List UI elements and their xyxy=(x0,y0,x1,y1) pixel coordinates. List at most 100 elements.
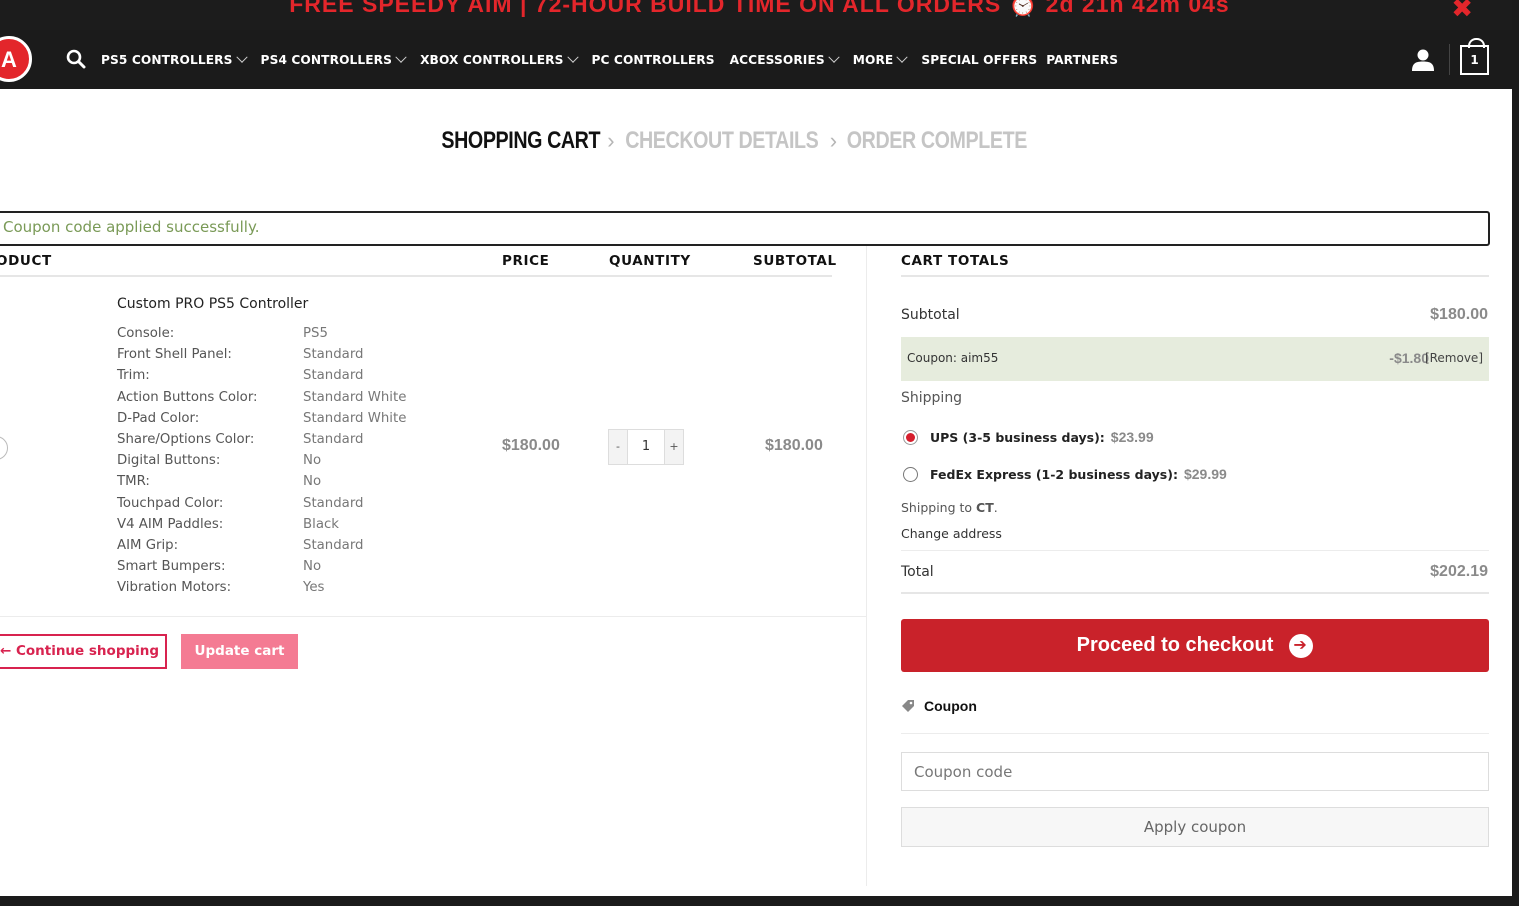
radio-selected[interactable] xyxy=(903,429,918,445)
header-product: ODUCT xyxy=(0,253,52,269)
user-icon[interactable] xyxy=(1411,49,1435,71)
nav-item-label: PS4 CONTROLLERS xyxy=(260,52,393,67)
logo[interactable]: A xyxy=(0,36,32,82)
remove-item-icon[interactable] xyxy=(0,436,8,460)
product-name[interactable]: Custom PRO PS5 Controller xyxy=(117,296,308,312)
step-checkout-details[interactable]: CHECKOUT DETAILS xyxy=(625,127,819,155)
variation-label: Smart Bumpers: xyxy=(117,559,226,575)
chevron-right-icon: › xyxy=(607,128,615,153)
coupon-heading: Coupon xyxy=(901,698,977,714)
applied-coupon-row: Coupon: aim55 -$1.80 [Remove] xyxy=(901,337,1489,381)
remove-coupon-link[interactable]: [Remove] xyxy=(1425,351,1483,365)
shipping-destination: Shipping to CT. xyxy=(901,500,998,515)
variation-label: Vibration Motors: xyxy=(117,580,232,596)
quantity-decrease-button[interactable]: - xyxy=(609,430,627,464)
header-subtotal: SUBTOTAL xyxy=(753,253,837,269)
nav-item-pc-controllers[interactable]: PC CONTROLLERS xyxy=(592,53,715,67)
variation-label: Action Buttons Color: xyxy=(117,389,258,405)
total-divider xyxy=(901,592,1489,594)
shipping-option-name: FedEx Express (1-2 business days): xyxy=(930,466,1178,482)
nav-item-xbox-controllers[interactable]: XBOX CONTROLLERS xyxy=(420,51,579,67)
tag-icon xyxy=(902,700,914,712)
shipping-label: Shipping xyxy=(901,390,963,406)
promo-bar: FREE SPEEDY AIM | 72-HOUR BUILD TIME ON … xyxy=(0,0,1519,30)
change-address-link[interactable]: Change address xyxy=(901,526,1002,541)
window-edge xyxy=(1512,0,1519,906)
variation-label: AIM Grip: xyxy=(117,537,179,553)
shipping-option-price: $29.99 xyxy=(1183,466,1227,482)
main-nav: A PS5 CONTROLLERS PS4 CONTROLLERS XBOX C… xyxy=(0,30,1512,89)
variation-value: Standard xyxy=(303,537,364,553)
search-icon[interactable] xyxy=(66,49,86,69)
chevron-down-icon xyxy=(566,51,579,63)
variation-label: Front Shell Panel: xyxy=(117,347,232,363)
item-subtotal: $180.00 xyxy=(765,437,823,454)
apply-coupon-button[interactable]: Apply coupon xyxy=(901,807,1489,847)
variation-row: D-Pad Color: Standard White xyxy=(117,411,406,432)
nav-item-special-offers[interactable]: SPECIAL OFFERS xyxy=(921,53,1037,67)
shipping-option-ups[interactable]: UPS (3-5 business days): $23.99 xyxy=(903,429,1154,445)
variation-row: Digital Buttons: No xyxy=(117,453,406,474)
chevron-right-icon: › xyxy=(829,128,837,153)
item-price: $180.00 xyxy=(502,437,560,454)
proceed-to-checkout-button[interactable]: Proceed to checkout xyxy=(901,619,1489,672)
variation-value: PS5 xyxy=(303,326,328,341)
quantity-increase-button[interactable]: + xyxy=(665,430,683,464)
quantity-input[interactable]: 1 xyxy=(627,430,665,464)
subtotal-value: $180.00 xyxy=(1430,306,1488,323)
total-label: Total xyxy=(901,564,934,580)
variation-label: Touchpad Color: xyxy=(117,495,224,511)
nav-item-ps5-controllers[interactable]: PS5 CONTROLLERS xyxy=(101,51,248,67)
variation-value: Standard xyxy=(303,495,364,511)
promo-text: FREE SPEEDY AIM | 72-HOUR BUILD TIME ON … xyxy=(289,0,1230,17)
continue-shopping-button[interactable]: ← Continue shopping xyxy=(0,634,167,669)
table-header-divider xyxy=(0,275,832,277)
variation-label: D-Pad Color: xyxy=(117,410,200,426)
shipping-option-name: UPS (3-5 business days): xyxy=(930,429,1105,445)
variation-value: Standard xyxy=(303,431,364,447)
variation-row: AIM Grip: Standard xyxy=(117,538,406,559)
nav-item-label: PARTNERS xyxy=(1046,52,1119,67)
shipping-to-state: CT xyxy=(976,500,994,515)
variation-value: Yes xyxy=(303,580,325,596)
totals-divider xyxy=(901,550,1489,551)
variation-row: Share/Options Color: Standard xyxy=(117,432,406,453)
variation-value: Standard White xyxy=(303,410,407,426)
variation-row: Vibration Motors: Yes xyxy=(117,580,406,601)
update-cart-button[interactable]: Update cart xyxy=(181,634,298,669)
header-quantity: QUANTITY xyxy=(609,253,691,269)
header-price: PRICE xyxy=(502,253,550,269)
nav-item-partners[interactable]: PARTNERS xyxy=(1046,53,1118,67)
radio-unselected[interactable] xyxy=(903,466,918,482)
product-variations: Console: PS5 Front Shell Panel: Standard T… xyxy=(117,326,406,601)
variation-row: TMR: No xyxy=(117,474,406,495)
variation-value: Standard xyxy=(303,347,364,363)
nav-item-more[interactable]: MORE xyxy=(853,51,909,67)
nav-item-ps4-controllers[interactable]: PS4 CONTROLLERS xyxy=(260,51,407,67)
arrow-right-circle-icon xyxy=(1289,633,1314,658)
cart-count: 1 xyxy=(1470,53,1479,67)
coupon-heading-label: Coupon xyxy=(924,698,977,714)
variation-value: No xyxy=(303,474,322,490)
variation-row: Trim: Standard xyxy=(117,368,406,389)
variation-value: Standard White xyxy=(303,389,407,405)
step-order-complete: ORDER COMPLETE xyxy=(846,127,1027,154)
step-shopping-cart[interactable]: SHOPPING CART xyxy=(441,127,600,155)
cart-totals-title: CART TOTALS xyxy=(901,253,1010,269)
nav-item-label: PC CONTROLLERS xyxy=(591,52,715,67)
variation-row: Action Buttons Color: Standard White xyxy=(117,390,406,411)
logo-letter: A xyxy=(1,47,17,72)
subtotal-label: Subtotal xyxy=(901,307,960,323)
variation-row: Front Shell Panel: Standard xyxy=(117,347,406,368)
variation-row: Smart Bumpers: No xyxy=(117,559,406,580)
variation-label: Console: xyxy=(117,326,175,341)
nav-item-label: SPECIAL OFFERS xyxy=(921,52,1038,67)
shopping-bag-icon[interactable]: 1 xyxy=(1460,38,1489,75)
coupon-code-input[interactable] xyxy=(901,752,1489,791)
shipping-option-fedex[interactable]: FedEx Express (1-2 business days): $29.9… xyxy=(903,466,1227,482)
notice-message: Coupon code applied successfully. xyxy=(3,218,260,236)
variation-row: Console: PS5 xyxy=(117,326,406,347)
close-icon[interactable]: ✖ xyxy=(1451,0,1473,24)
variation-value: No xyxy=(303,453,322,469)
nav-item-accessories[interactable]: ACCESSORIES xyxy=(730,51,840,67)
